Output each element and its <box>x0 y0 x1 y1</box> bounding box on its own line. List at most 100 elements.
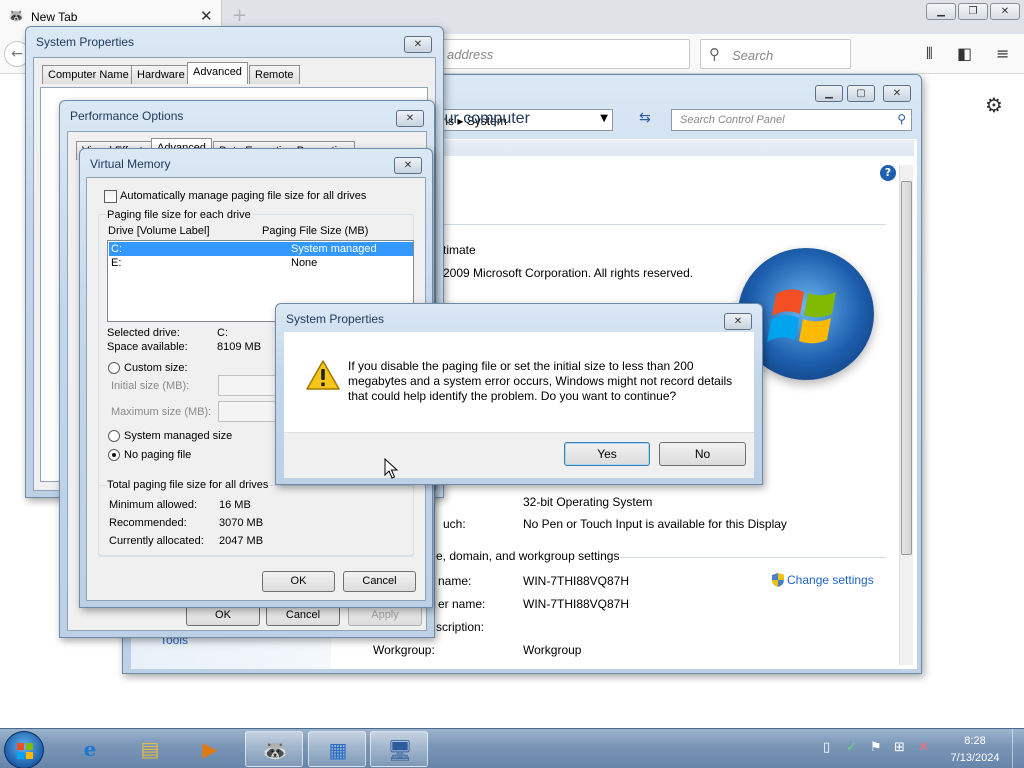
cp-minimize-button[interactable]: ▁ <box>815 85 843 102</box>
close-window-button[interactable]: ✕ <box>990 3 1020 20</box>
search-icon: ⚲ <box>897 112 906 126</box>
tray-volume-muted-icon[interactable]: ✕ <box>918 740 929 755</box>
cp-scroll-thumb[interactable] <box>901 181 912 555</box>
no-button[interactable]: No <box>659 442 746 466</box>
uac-shield-icon <box>772 573 784 587</box>
recommended-label: Recommended: <box>109 517 187 529</box>
maximum-size-input[interactable] <box>218 401 278 422</box>
close-button[interactable]: ✕ <box>396 110 424 127</box>
dialog-title: System Properties <box>286 312 385 326</box>
browser-search-input[interactable]: ⚲ Search <box>700 39 851 69</box>
tab-hardware[interactable]: Hardware <box>131 65 191 84</box>
tab-close-icon[interactable]: ✕ <box>200 8 213 24</box>
col-drive-header: Drive [Volume Label] <box>108 225 210 237</box>
tab-advanced[interactable]: Advanced <box>187 62 248 84</box>
window-title: System Properties <box>36 35 135 49</box>
new-tab-icon[interactable]: + <box>232 5 247 26</box>
custom-size-label: Custom size: <box>124 362 188 374</box>
tray-network-icon[interactable]: ⊞ <box>894 740 905 755</box>
no-paging-radio[interactable] <box>108 449 120 461</box>
taskbar-media-player[interactable]: ▶ <box>181 731 239 767</box>
workgroup-value: Workgroup <box>523 643 582 657</box>
sidebar-icon[interactable]: ◧ <box>957 44 972 63</box>
ok-button[interactable]: OK <box>186 605 260 626</box>
taskbar-control-panel[interactable]: ▦ <box>308 731 366 767</box>
col-size-header: Paging File Size (MB) <box>262 225 369 237</box>
computer-name-value: WIN-7THI88VQ87H <box>523 574 630 588</box>
close-button[interactable]: ✕ <box>394 157 422 174</box>
space-available-value: 8109 MB <box>217 341 262 353</box>
selected-drive-value: C: <box>217 327 228 339</box>
initial-size-label: Initial size (MB): <box>111 380 190 392</box>
tab-title: New Tab <box>31 10 78 24</box>
system-type-value: 32-bit Operating System <box>523 495 653 509</box>
clock-time[interactable]: 8:28 <box>950 735 1000 747</box>
space-available-label: Space available: <box>107 341 188 353</box>
clock-date[interactable]: 7/13/2024 <box>944 752 1006 764</box>
tray-action-center-flag-icon[interactable]: ⚑ <box>870 740 882 755</box>
pen-touch-label: uch: <box>443 517 466 531</box>
custom-size-radio[interactable] <box>108 362 120 374</box>
totals-group-label: Total paging file size for all drives <box>106 479 270 491</box>
computer-name-label: name: <box>438 574 472 588</box>
menu-hamburger-icon[interactable]: ≡ <box>996 44 1009 63</box>
close-button[interactable]: ✕ <box>404 36 432 53</box>
raccoon-favicon-icon: 🦝 <box>8 9 25 24</box>
change-settings-link[interactable]: Change settings <box>787 573 874 587</box>
initial-size-input[interactable] <box>218 375 278 396</box>
url-bar[interactable]: address <box>420 39 690 69</box>
currently-allocated-value: 2047 MB <box>219 535 264 547</box>
tray-document-icon[interactable]: ▯ <box>823 740 830 755</box>
start-button[interactable] <box>4 731 44 768</box>
recommended-value: 3070 MB <box>219 517 264 529</box>
windows-edition: timate <box>443 243 476 257</box>
library-icon[interactable]: ⫴ <box>926 44 933 64</box>
taskbar-system-properties[interactable]: 🖥 <box>370 731 428 767</box>
drive-letter: C: <box>111 243 122 255</box>
full-name-label: er name: <box>438 597 486 611</box>
cp-close-button[interactable]: ✕ <box>883 85 911 102</box>
taskbar-internet-explorer[interactable]: e <box>61 731 119 767</box>
tab-computer-name[interactable]: Computer Name <box>42 65 135 84</box>
tab-remote[interactable]: Remote <box>249 65 300 84</box>
search-placeholder: Search <box>732 48 774 63</box>
chevron-down-icon[interactable]: ▼ <box>600 113 608 124</box>
media-player-icon: ▶ <box>202 737 218 761</box>
drive-letter[interactable]: E: <box>111 257 121 269</box>
show-desktop-button[interactable] <box>1012 729 1024 768</box>
close-button[interactable]: ✕ <box>724 313 752 330</box>
minimum-allowed-value: 16 MB <box>219 499 251 511</box>
refresh-icon[interactable]: ⇆ <box>639 110 661 130</box>
internet-explorer-icon: e <box>83 737 97 761</box>
cp-search-input[interactable]: Search Control Panel ⚲ <box>671 109 912 131</box>
cp-scrollbar[interactable] <box>899 165 913 665</box>
system-managed-label: System managed size <box>124 430 233 442</box>
cancel-button[interactable]: Cancel <box>343 571 416 592</box>
help-icon[interactable]: ? <box>880 165 896 181</box>
ok-button[interactable]: OK <box>262 571 335 592</box>
copyright-text: 2009 Microsoft Corporation. All rights r… <box>443 266 694 280</box>
auto-manage-checkbox[interactable] <box>104 190 117 203</box>
minimum-allowed-label: Minimum allowed: <box>109 499 198 511</box>
window-title: Virtual Memory <box>90 157 171 171</box>
minimize-button[interactable]: ▁ <box>926 3 956 20</box>
divider <box>440 224 886 225</box>
apply-button[interactable]: Apply <box>348 605 422 626</box>
section-heading: e, domain, and workgroup settings <box>436 549 620 563</box>
cp-search-placeholder: Search Control Panel <box>680 114 785 126</box>
system-managed-radio[interactable] <box>108 430 120 442</box>
restore-button[interactable]: ❐ <box>958 3 988 20</box>
tray-security-icon[interactable]: ✓ <box>846 740 857 755</box>
dialog-message: If you disable the paging file or set th… <box>348 359 733 403</box>
cancel-button[interactable]: Cancel <box>266 605 340 626</box>
taskbar-firefox[interactable]: 🦝 <box>245 731 303 767</box>
taskbar-explorer[interactable]: ▤ <box>121 731 179 767</box>
yes-button[interactable]: Yes <box>564 442 650 466</box>
mouse-pointer-icon <box>384 458 398 479</box>
cp-maximize-button[interactable]: ▢ <box>847 85 875 102</box>
warning-icon <box>306 360 340 390</box>
windows-flag-icon <box>17 743 33 759</box>
full-name-value: WIN-7THI88VQ87H <box>523 597 630 611</box>
pen-touch-value: No Pen or Touch Input is available for t… <box>523 517 787 531</box>
gear-icon[interactable]: ⚙ <box>985 93 1003 117</box>
